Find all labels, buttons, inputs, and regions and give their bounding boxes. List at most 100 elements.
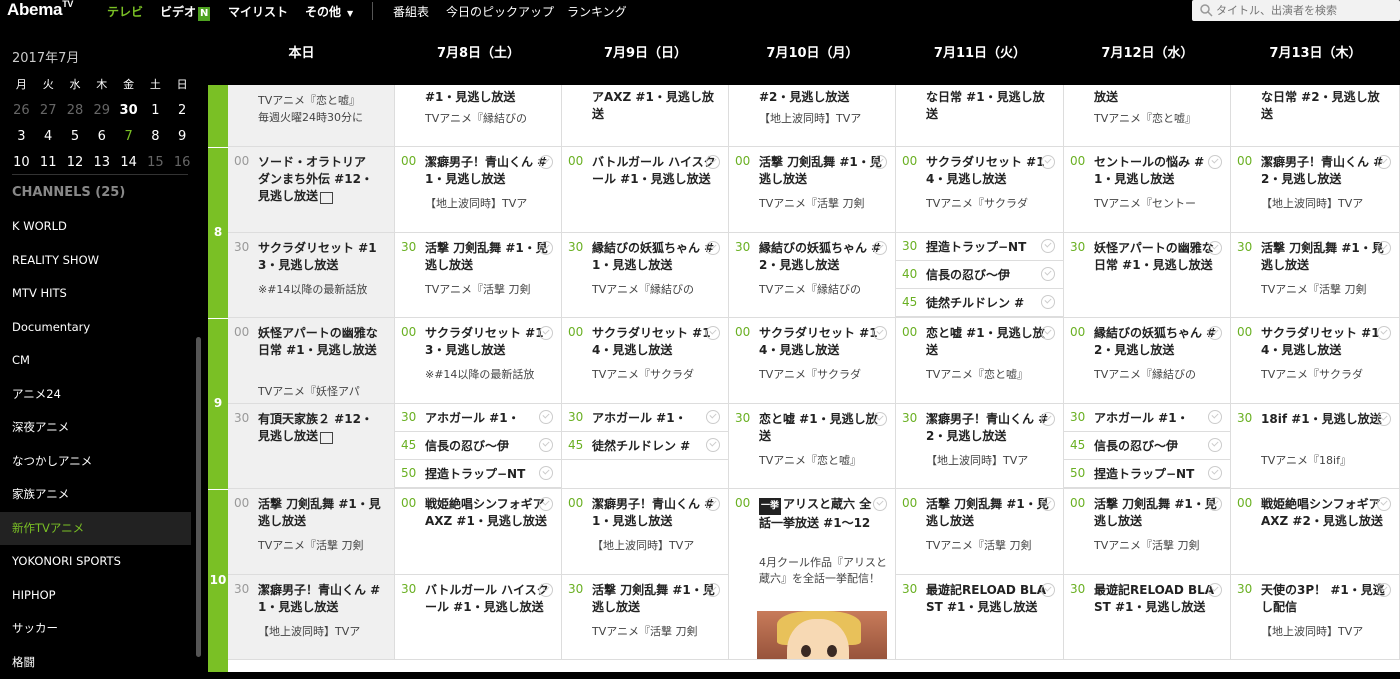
program-slot[interactable]: 30アホガール #1・45信長の忍び〜伊50捏造トラップ−NT (1064, 404, 1231, 489)
calendar-day[interactable]: 27 (35, 100, 62, 126)
program-slot[interactable]: 00バトルガール ハイスクール #1・見逃し放送 (562, 147, 729, 233)
program-subslot[interactable]: 45徒然チルドレン # (562, 432, 728, 460)
calendar-day[interactable]: 26 (8, 100, 35, 126)
mylist-check-icon[interactable] (1041, 412, 1055, 426)
calendar-day[interactable]: 29 (88, 100, 115, 126)
program-slot[interactable]: 00戦姫絶唱シンフォギアAXZ #2・見逃し放送 (1231, 489, 1400, 575)
program-subslot[interactable]: 45信長の忍び〜伊 (1064, 432, 1230, 460)
mylist-check-icon[interactable] (1208, 583, 1222, 597)
mylist-check-icon[interactable] (1377, 583, 1391, 597)
mylist-check-icon[interactable] (1377, 412, 1391, 426)
program-slot[interactable]: 00セントールの悩み #1・見逃し放送TVアニメ『セントー (1064, 147, 1231, 233)
mylist-check-icon[interactable] (1377, 497, 1391, 511)
search-input[interactable] (1216, 2, 1396, 19)
program-subslot[interactable]: 45徒然チルドレン # (896, 289, 1063, 317)
sidebar-scrollbar[interactable] (196, 337, 201, 657)
nav-video[interactable]: ビデオN (160, 3, 210, 21)
program-slot[interactable]: 30活撃 刀剣乱舞 #1・見逃し放送TVアニメ『活撃 刀剣 (562, 575, 729, 660)
sidebar-channel-item[interactable]: YOKONORI SPORTS (0, 545, 191, 579)
program-slot[interactable]: 30縁結びの妖狐ちゃん #1・見逃し放送TVアニメ『縁結びの (562, 233, 729, 318)
program-slot[interactable]: 30潔癖男子！青山くん #1・見逃し放送【地上波同時】TVア (228, 575, 395, 660)
calendar-day[interactable]: 9 (169, 126, 196, 152)
program-slot[interactable]: 00妖怪アパートの幽雅な日常 #1・見逃し放送TVアニメ『妖怪アパ (228, 318, 395, 404)
program-slot[interactable]: 00潔癖男子！青山くん #1・見逃し放送【地上波同時】TVア (395, 147, 562, 233)
program-slot[interactable]: 00サクラダリセット #14・見逃し放送TVアニメ『サクラダ (896, 147, 1064, 233)
mylist-check-icon[interactable] (706, 410, 720, 424)
calendar-day[interactable]: 8 (142, 126, 169, 152)
mylist-check-icon[interactable] (706, 155, 720, 169)
program-slot[interactable]: な日常 #2・見逃し放送 (1231, 85, 1400, 147)
calendar-day[interactable]: 5 (62, 126, 89, 152)
program-slot[interactable]: 30捏造トラップ−NT40信長の忍び〜伊45徒然チルドレン # (896, 233, 1064, 318)
program-slot[interactable]: 00活撃 刀剣乱舞 #1・見逃し放送TVアニメ『活撃 刀剣 (228, 489, 395, 575)
abema-logo[interactable]: AbemaTV (7, 0, 73, 20)
nav-mylist[interactable]: マイリスト (228, 3, 288, 20)
mylist-check-icon[interactable] (1041, 267, 1055, 281)
program-slot[interactable]: 00サクラダリセット #14・見逃し放送TVアニメ『サクラダ (729, 318, 896, 404)
mylist-check-icon[interactable] (1041, 239, 1055, 253)
mylist-check-icon[interactable] (1208, 155, 1222, 169)
mylist-check-icon[interactable] (1208, 241, 1222, 255)
calendar-day[interactable]: 28 (62, 100, 89, 126)
mylist-check-icon[interactable] (539, 497, 553, 511)
sidebar-channel-item[interactable]: HIPHOP (0, 579, 191, 613)
program-subslot[interactable]: 30捏造トラップ−NT (896, 233, 1063, 261)
program-slot[interactable]: 30最遊記RELOAD BLAST #1・見逃し放送 (896, 575, 1064, 660)
program-slot[interactable]: 30恋と嘘 #1・見逃し放送TVアニメ『恋と嘘』 (729, 404, 896, 489)
program-slot[interactable]: 30妖怪アパートの幽雅な日常 #1・見逃し放送 (1064, 233, 1231, 318)
program-slot[interactable]: 30活撃 刀剣乱舞 #1・見逃し放送TVアニメ『活撃 刀剣 (1231, 233, 1400, 318)
calendar-day[interactable]: 7 (115, 126, 142, 152)
sidebar-channel-item[interactable]: Documentary (0, 311, 191, 345)
program-slot[interactable]: 30サクラダリセット #13・見逃し放送※#14以降の最新話放 (228, 233, 395, 318)
program-subslot[interactable]: 30アホガール #1・ (395, 404, 561, 432)
program-slot[interactable]: #1・見逃し放送TVアニメ『縁結びの (395, 85, 562, 147)
program-subslot[interactable]: 45信長の忍び〜伊 (395, 432, 561, 460)
program-slot[interactable]: 30潔癖男子！青山くん #2・見逃し放送【地上波同時】TVア (896, 404, 1064, 489)
program-slot[interactable]: 00サクラダリセット #13・見逃し放送※#14以降の最新話放 (395, 318, 562, 404)
program-slot[interactable]: 00活撃 刀剣乱舞 #1・見逃し放送TVアニメ『活撃 刀剣 (896, 489, 1064, 575)
mylist-check-icon[interactable] (706, 583, 720, 597)
program-slot[interactable]: アAXZ #1・見逃し放送 (562, 85, 729, 147)
nav-tv[interactable]: テレビ (107, 3, 143, 20)
mylist-check-icon[interactable] (1377, 241, 1391, 255)
program-slot[interactable]: #2・見逃し放送【地上波同時】TVア (729, 85, 896, 147)
mylist-check-icon[interactable] (873, 497, 887, 511)
mylist-check-icon[interactable] (1208, 410, 1222, 424)
program-slot[interactable]: な日常 #1・見逃し放送 (896, 85, 1064, 147)
search-box[interactable] (1192, 0, 1400, 21)
program-slot[interactable]: 00潔癖男子！青山くん #2・見逃し放送【地上波同時】TVア (1231, 147, 1400, 233)
program-subslot[interactable]: 50捏造トラップ−NT (1064, 460, 1230, 488)
mylist-check-icon[interactable] (1041, 326, 1055, 340)
program-slot[interactable]: 00サクラダリセット #14・見逃し放送TVアニメ『サクラダ (562, 318, 729, 404)
calendar-day[interactable]: 6 (88, 126, 115, 152)
calendar-day[interactable]: 4 (35, 126, 62, 152)
program-slot[interactable]: 30アホガール #1・45信長の忍び〜伊50捏造トラップ−NT (395, 404, 562, 489)
program-slot[interactable]: 30天使の3P！ #1・見逃し配信【地上波同時】TVア (1231, 575, 1400, 660)
sidebar-channel-item[interactable]: 家族アニメ (0, 478, 191, 512)
program-slot[interactable]: 3018if #1・見逃し放送TVアニメ『18if』 (1231, 404, 1400, 489)
sidebar-channel-item[interactable]: サッカー (0, 612, 191, 646)
nav-other[interactable]: その他▼ (305, 3, 353, 20)
mylist-check-icon[interactable] (1041, 155, 1055, 169)
mylist-check-icon[interactable] (873, 155, 887, 169)
calendar-day[interactable]: 3 (8, 126, 35, 152)
program-slot[interactable]: 30最遊記RELOAD BLAST #1・見逃し放送 (1064, 575, 1231, 660)
mylist-check-icon[interactable] (1377, 326, 1391, 340)
link-program-guide[interactable]: 番組表 (393, 3, 429, 20)
sidebar-channel-item[interactable]: MTV HITS (0, 277, 191, 311)
sidebar-channel-item[interactable]: K WORLD (0, 210, 191, 244)
mylist-check-icon[interactable] (1208, 438, 1222, 452)
program-slot[interactable]: 30縁結びの妖狐ちゃん #2・見逃し放送TVアニメ『縁結びの (729, 233, 896, 318)
link-ranking[interactable]: ランキング (567, 3, 627, 20)
mylist-check-icon[interactable] (539, 438, 553, 452)
program-slot[interactable]: 00恋と嘘 #1・見逃し放送TVアニメ『恋と嘘』 (896, 318, 1064, 404)
mylist-check-icon[interactable] (873, 326, 887, 340)
program-slot[interactable]: 30アホガール #1・45徒然チルドレン # (562, 404, 729, 489)
program-slot[interactable]: 00ソード・オラトリア ダンまち外伝 #12・見逃し放送 (228, 147, 395, 233)
mylist-check-icon[interactable] (539, 155, 553, 169)
mylist-check-icon[interactable] (539, 241, 553, 255)
sidebar-channel-item[interactable]: 格闘 (0, 646, 191, 679)
program-slot[interactable]: 00潔癖男子！青山くん #1・見逃し放送【地上波同時】TVア (562, 489, 729, 575)
program-slot[interactable]: 00活撃 刀剣乱舞 #1・見逃し放送TVアニメ『活撃 刀剣 (729, 147, 896, 233)
mylist-check-icon[interactable] (706, 497, 720, 511)
